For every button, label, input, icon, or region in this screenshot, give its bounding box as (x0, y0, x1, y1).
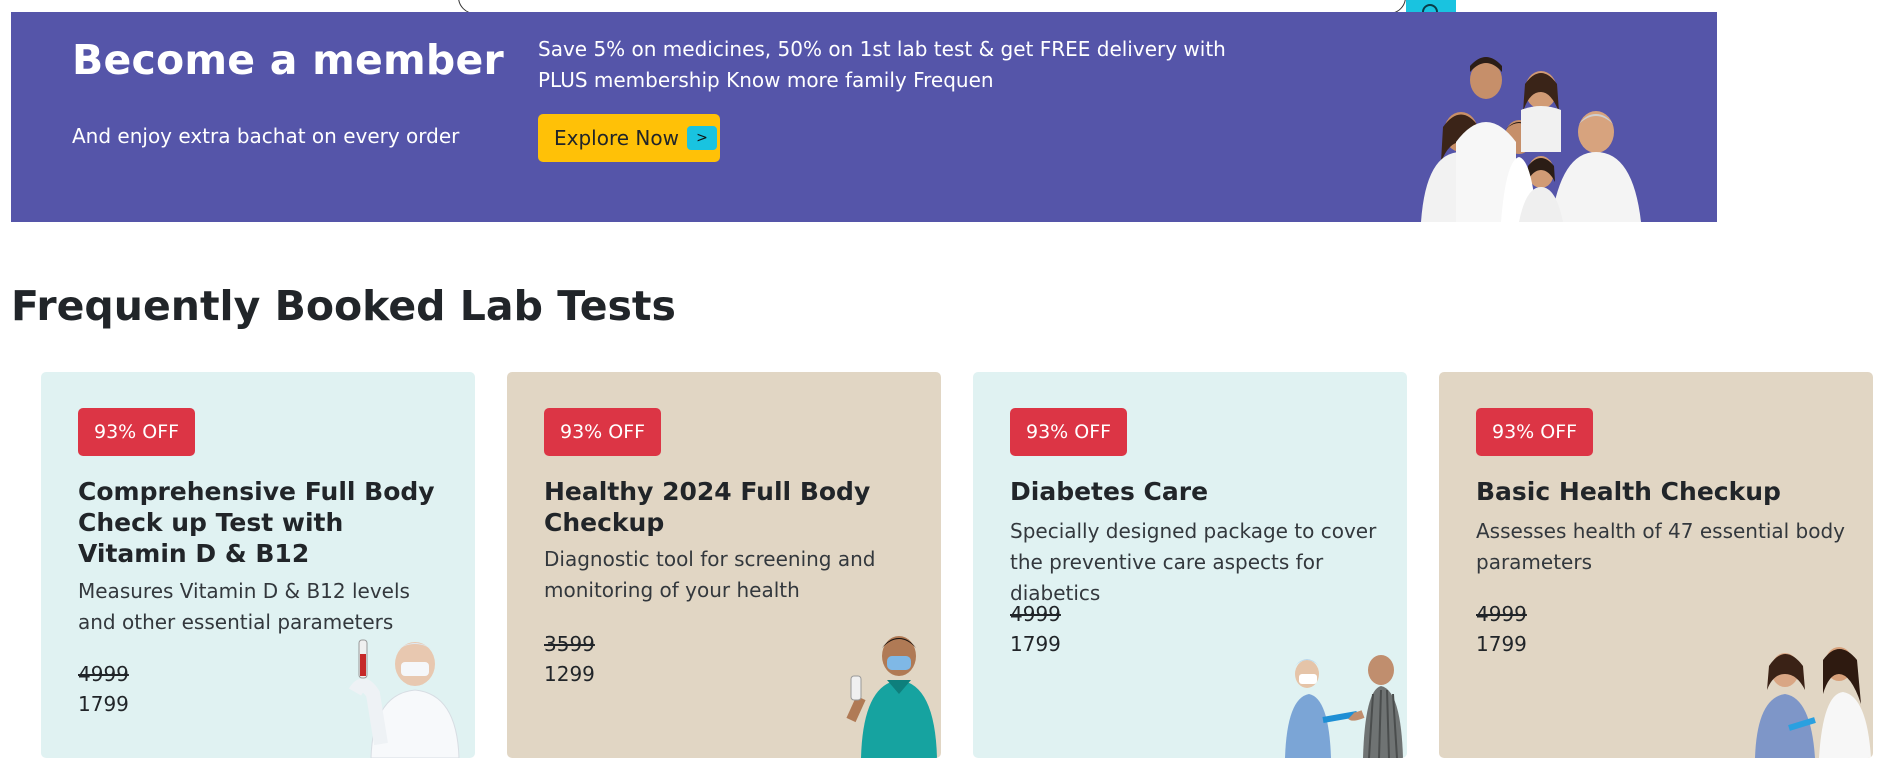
card-description: Diagnostic tool for screening and monito… (544, 547, 876, 602)
lab-test-card[interactable]: 93% OFF Diabetes Care Specially designed… (973, 372, 1407, 758)
new-price: 1799 (1476, 632, 1527, 656)
nurse-patient-image (1285, 655, 1403, 758)
discount-badge: 93% OFF (1010, 408, 1128, 456)
section-title: Frequently Booked Lab Tests (11, 282, 676, 330)
card-description: Assesses health of 47 essential body par… (1476, 519, 1846, 574)
page: Become a member And enjoy extra bachat o… (0, 0, 1892, 758)
card-title: Diabetes Care (1010, 477, 1209, 506)
explore-now-button[interactable]: Explore Now > (538, 114, 720, 162)
lab-scientist-image (348, 639, 460, 758)
explore-now-label: Explore Now (554, 126, 679, 150)
new-price: 1799 (1010, 632, 1061, 656)
lab-test-card[interactable]: 93% OFF Healthy 2024 Full Body Checkup D… (507, 372, 941, 758)
card-description: Specially designed package to cover the … (1010, 519, 1377, 605)
card-title: Healthy 2024 Full Body Checkup (544, 477, 871, 537)
old-price: 3599 (544, 632, 595, 656)
lab-test-card[interactable]: 93% OFF Basic Health Checkup Assesses he… (1439, 372, 1873, 758)
discount-badge: 93% OFF (544, 408, 662, 456)
blood-draw-image (1755, 647, 1871, 758)
lab-tests-list: 93% OFF Comprehensive Full Body Check up… (41, 372, 1875, 758)
banner-title: Become a member (72, 36, 504, 84)
arrow-right-icon: > (686, 126, 717, 150)
card-description: Measures Vitamin D & B12 levels and othe… (78, 579, 410, 634)
masked-man-image (846, 636, 937, 758)
new-price: 1799 (78, 692, 129, 716)
membership-banner: Become a member And enjoy extra bachat o… (11, 12, 1717, 222)
discount-badge: 93% OFF (78, 408, 196, 456)
banner-offer-text: Save 5% on medicines, 50% on 1st lab tes… (538, 37, 1226, 92)
card-title: Comprehensive Full Body Check up Test wi… (78, 477, 435, 568)
lab-test-card[interactable]: 93% OFF Comprehensive Full Body Check up… (41, 372, 475, 758)
new-price: 1299 (544, 662, 595, 686)
discount-badge: 93% OFF (1476, 408, 1594, 456)
old-price: 4999 (1476, 602, 1527, 626)
old-price: 4999 (78, 662, 129, 686)
old-price: 4999 (1010, 602, 1061, 626)
card-title: Basic Health Checkup (1476, 477, 1781, 506)
banner-subtitle: And enjoy extra bachat on every order (72, 124, 460, 148)
family-photo-image (1421, 57, 1641, 222)
